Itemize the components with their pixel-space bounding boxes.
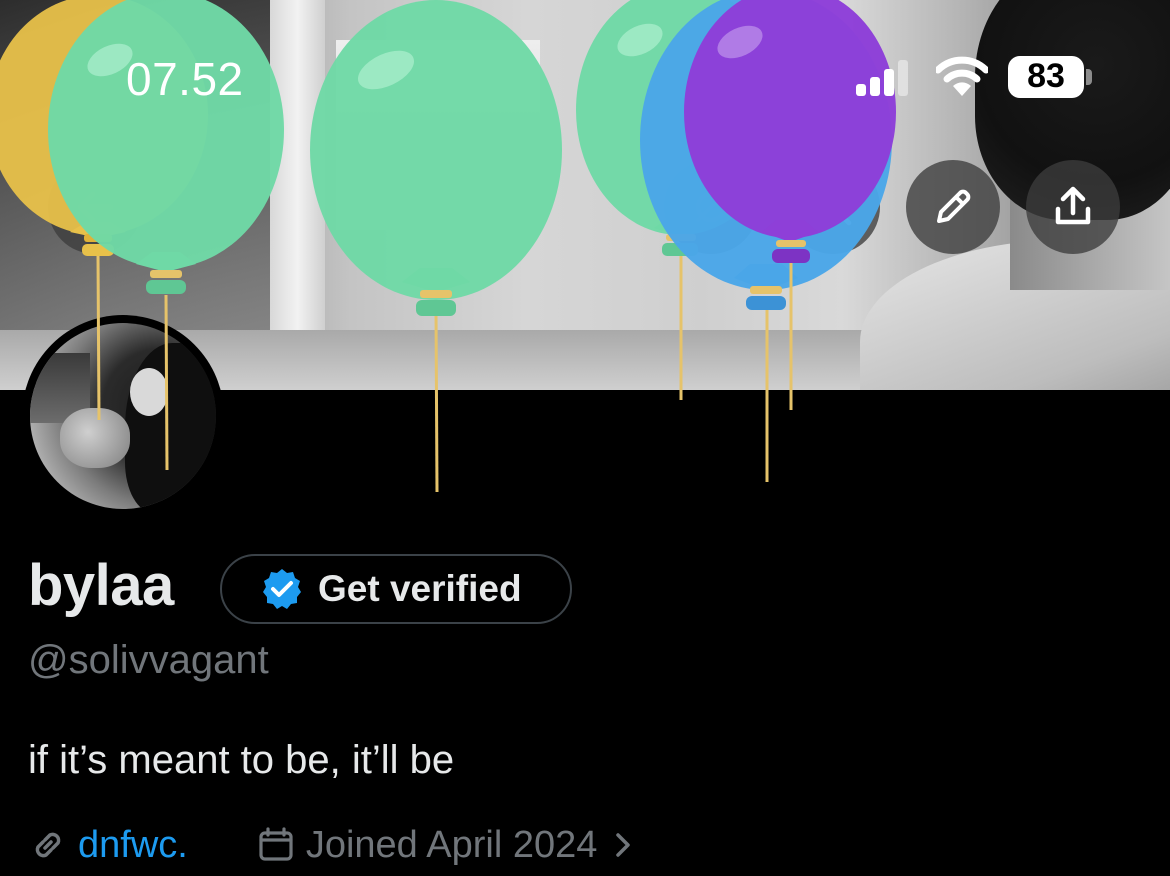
back-button[interactable]	[48, 160, 142, 254]
get-verified-button[interactable]: Get verified	[220, 554, 572, 624]
website-link[interactable]: dnfwc.	[78, 824, 188, 867]
calendar-icon	[259, 827, 293, 861]
get-verified-label: Get verified	[318, 568, 522, 609]
share-icon	[1055, 186, 1091, 225]
display-name: bylaa	[28, 553, 174, 618]
chevron-right-icon[interactable]	[611, 825, 637, 865]
battery-icon: 83	[1008, 56, 1092, 98]
share-button[interactable]	[1026, 160, 1120, 254]
link-icon	[35, 832, 61, 858]
profile-bio: if it’s meant to be, it’ll be	[28, 738, 455, 782]
avatar-face	[130, 368, 168, 416]
user-handle: @solivvagant	[28, 638, 269, 682]
grok-icon	[695, 191, 727, 223]
joined-date[interactable]: Joined April 2024	[306, 824, 598, 867]
signal-icon	[856, 60, 908, 96]
banner-window	[330, 40, 540, 230]
status-time: 07.52	[126, 53, 244, 105]
profile-avatar[interactable]	[22, 315, 224, 517]
avatar-photo	[30, 323, 216, 509]
grok-button[interactable]	[664, 160, 758, 254]
battery-tip	[1086, 69, 1092, 85]
avatar-hair	[125, 343, 216, 509]
search-button[interactable]	[786, 160, 880, 254]
wifi-icon	[936, 56, 988, 96]
search-icon	[815, 189, 852, 226]
edit-pencil-icon	[937, 189, 971, 223]
back-arrow-icon	[77, 191, 114, 223]
profile-meta-row: dnfwc. Joined April 2024	[28, 822, 637, 868]
verified-badge-icon	[263, 569, 301, 609]
edit-profile-button[interactable]	[906, 160, 1000, 254]
battery-level: 83	[1027, 57, 1065, 95]
avatar-cat	[60, 408, 130, 468]
